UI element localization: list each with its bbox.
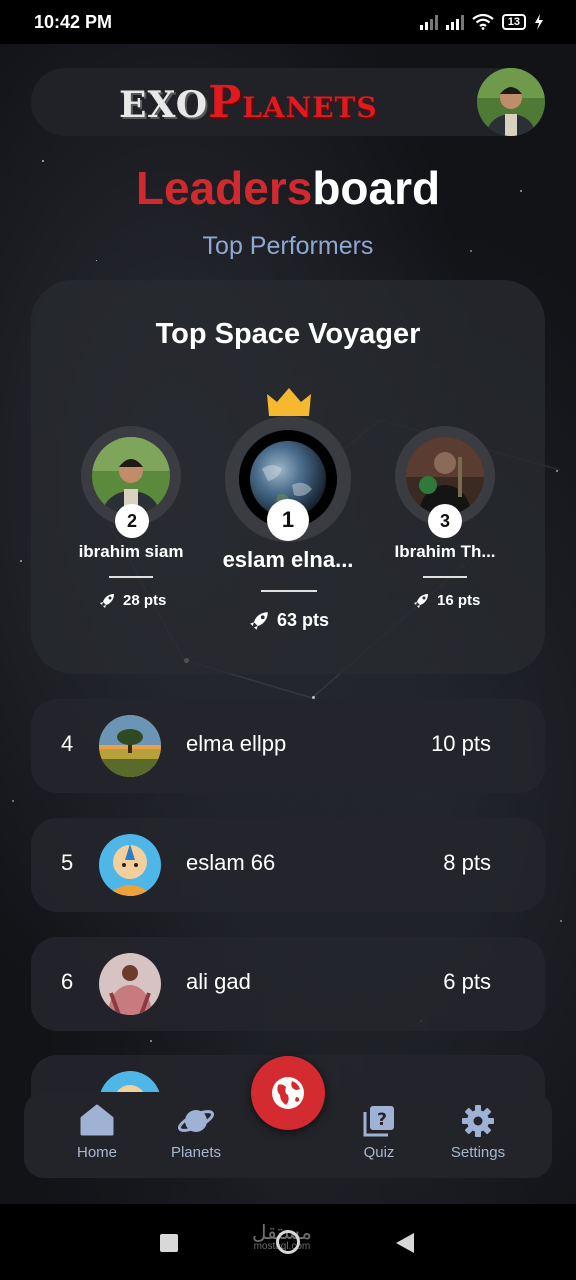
logo-exo: EXO xyxy=(119,84,209,126)
nav-planets[interactable]: Planets xyxy=(146,1092,246,1178)
second-place-name[interactable]: ibrahim siam xyxy=(61,542,201,562)
nav-planets-label: Planets xyxy=(170,1144,222,1161)
back-button[interactable] xyxy=(396,1233,414,1253)
crown-icon xyxy=(267,388,311,416)
explore-fab[interactable] xyxy=(251,1056,325,1130)
signal-icon xyxy=(419,14,438,30)
second-place-points-label: 28 pts xyxy=(123,592,167,609)
status-icons: 13 xyxy=(419,14,544,30)
user-name: elma ellpp xyxy=(186,731,287,756)
svg-text:?: ? xyxy=(377,1110,387,1130)
user-points: 8 pts xyxy=(443,850,491,875)
rank-number: 5 xyxy=(61,850,74,875)
second-place-divider xyxy=(109,576,153,578)
globe-icon xyxy=(272,1077,304,1109)
user-points: 10 pts xyxy=(431,731,491,756)
podium-card: Top Space Voyager 2 ibrahim siam 28 pts xyxy=(31,280,545,674)
battery-level: 13 xyxy=(507,16,520,28)
second-place-rank: 2 xyxy=(115,504,149,538)
signal-icon xyxy=(445,14,464,30)
list-item[interactable]: 4 elma ellpp 10 pts xyxy=(31,699,545,793)
status-time: 10:42 PM xyxy=(34,11,113,32)
page-title: Leadersboard xyxy=(0,160,576,216)
user-name: eslam 66 xyxy=(186,850,276,875)
podium-title: Top Space Voyager xyxy=(155,318,421,350)
rocket-icon xyxy=(414,593,428,608)
rocket-icon xyxy=(100,593,114,608)
first-place-divider xyxy=(261,590,317,592)
user-name: ali gad xyxy=(186,969,251,994)
list-item[interactable]: 6 ali gad 6 pts xyxy=(31,937,545,1031)
app-header: EXOPLANETS xyxy=(31,68,545,136)
profile-avatar[interactable] xyxy=(477,68,545,136)
battery-icon: 13 xyxy=(501,14,526,30)
third-place-rank: 3 xyxy=(428,504,462,538)
recent-apps-button[interactable] xyxy=(160,1234,178,1252)
user-points: 6 pts xyxy=(443,969,491,994)
first-place-points: 63 pts xyxy=(249,610,329,631)
nav-settings-label: Settings xyxy=(450,1144,506,1161)
planet-icon xyxy=(177,1110,215,1132)
third-place-points: 16 pts xyxy=(413,592,480,609)
logo-p: P xyxy=(208,77,243,128)
page-title-leaders: Leaders xyxy=(135,162,313,214)
first-place-name[interactable]: eslam elna... xyxy=(198,547,378,573)
rocket-icon xyxy=(250,611,268,630)
user-avatar xyxy=(99,834,161,896)
nav-settings[interactable]: Settings xyxy=(428,1092,528,1178)
third-place-points-label: 16 pts xyxy=(437,592,481,609)
list-item[interactable]: 5 eslam 66 8 pts xyxy=(31,818,545,912)
rank-number: 4 xyxy=(61,731,74,756)
rank-number: 6 xyxy=(61,969,74,994)
nav-quiz-label: Quiz xyxy=(363,1144,395,1161)
nav-home-label: Home xyxy=(76,1144,117,1161)
wifi-icon xyxy=(472,14,494,30)
second-place-points: 28 pts xyxy=(99,592,166,609)
third-place-divider xyxy=(423,576,467,578)
gear-icon xyxy=(462,1105,494,1137)
home-button[interactable] xyxy=(276,1230,300,1254)
home-icon xyxy=(80,1104,114,1136)
first-place-points-label: 63 pts xyxy=(277,610,330,630)
page-subtitle: Top Performers xyxy=(202,232,374,260)
app-logo[interactable]: EXOPLANETS xyxy=(119,81,378,129)
quiz-icon: ? xyxy=(363,1106,394,1137)
nav-quiz[interactable]: ? Quiz xyxy=(329,1092,429,1178)
nav-home[interactable]: Home xyxy=(47,1092,147,1178)
first-place-rank: 1 xyxy=(267,499,309,541)
status-bar: 10:42 PM 13 xyxy=(0,0,576,44)
user-avatar xyxy=(99,953,161,1015)
logo-lanets: LANETS xyxy=(242,91,378,124)
third-place-name[interactable]: Ibrahim Th... xyxy=(375,542,515,562)
system-navigation-bar: مستقل mostaql.com xyxy=(0,1204,576,1280)
user-avatar xyxy=(99,715,161,777)
charging-icon xyxy=(535,14,543,30)
page-title-board: board xyxy=(312,162,441,214)
